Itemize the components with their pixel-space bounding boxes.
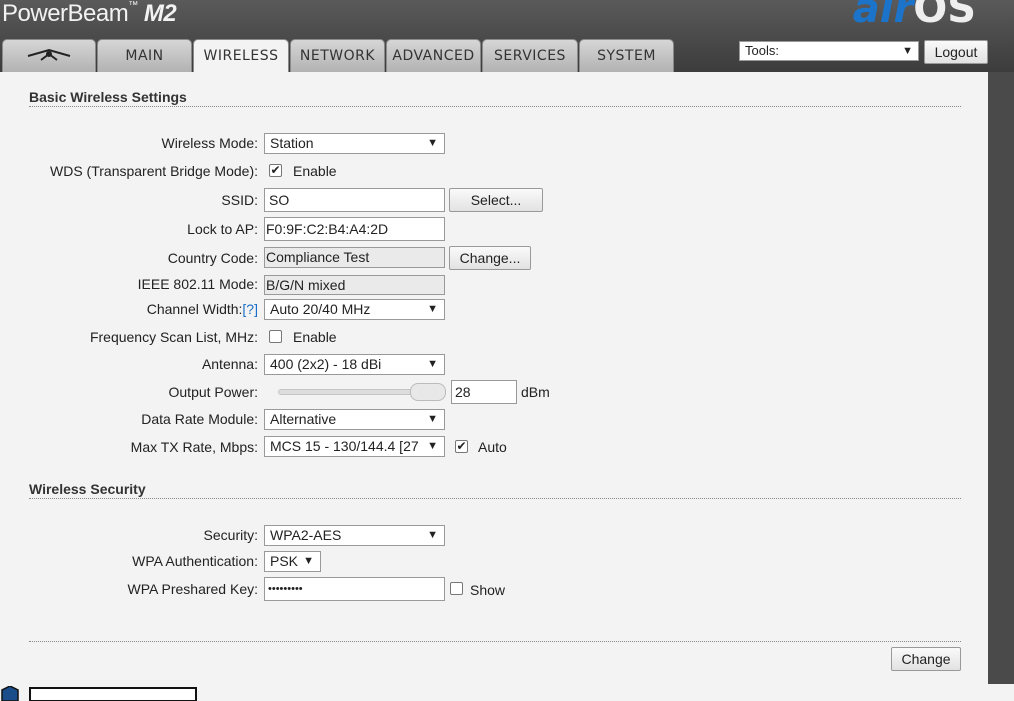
output-power-label: Output Power: — [168, 384, 259, 400]
security-value: WPA2-AES — [270, 527, 342, 543]
wireless-mode-label: Wireless Mode: — [161, 135, 258, 151]
chevron-down-icon: ▼ — [425, 134, 438, 153]
country-code-label: Country Code: — [167, 250, 258, 266]
chevron-down-icon: ▼ — [301, 552, 314, 571]
tab-ubiquiti-logo[interactable] — [2, 39, 96, 72]
output-power-unit: dBm — [521, 384, 550, 400]
section-title-basic: Basic Wireless Settings — [29, 89, 187, 105]
logo-os: OS — [913, 0, 976, 32]
data-rate-module-label: Data Rate Module: — [141, 411, 258, 427]
chevron-down-icon: ▼ — [425, 355, 438, 374]
tab-system[interactable]: SYSTEM — [579, 39, 674, 72]
freq-scan-checkbox[interactable] — [269, 330, 282, 343]
ieee-mode-label: IEEE 802.11 Mode: — [137, 276, 258, 292]
freq-scan-label: Frequency Scan List, MHz: — [89, 329, 258, 345]
country-code-value: Compliance Test — [264, 247, 445, 268]
channel-width-label: Channel Width:[?] — [147, 301, 258, 317]
tab-services[interactable]: SERVICES — [482, 39, 578, 72]
brand-tm: ™ — [128, 0, 138, 11]
wpa-auth-value: PSK — [270, 553, 299, 569]
security-select[interactable]: WPA2-AES ▼ — [264, 525, 445, 546]
device-brand: PowerBeam™ M2 — [2, 0, 177, 28]
channel-width-select[interactable]: Auto 20/40 MHz ▼ — [264, 299, 445, 320]
output-power-input[interactable]: 28 — [451, 380, 517, 404]
wpa-auth-select[interactable]: PSK ▼ — [264, 551, 321, 572]
airos-logo: airOS — [853, 0, 976, 32]
country-change-button[interactable]: Change... — [449, 246, 531, 270]
logout-button[interactable]: Logout — [924, 40, 988, 64]
max-tx-rate-select[interactable]: MCS 15 - 130/144.4 [27 ▼ — [264, 436, 445, 457]
wpa-auth-label: WPA Authentication: — [132, 553, 258, 569]
wpa-key-show-checkbox[interactable] — [450, 582, 463, 595]
wds-checkbox[interactable]: ✔ — [269, 164, 282, 177]
channel-width-value: Auto 20/40 MHz — [270, 301, 371, 317]
section-divider — [29, 498, 961, 499]
chevron-down-icon: ▼ — [425, 410, 438, 429]
tools-dropdown[interactable]: Tools: ▼ — [739, 41, 919, 61]
tab-network[interactable]: NETWORK — [290, 39, 385, 72]
wireless-mode-select[interactable]: Station ▼ — [264, 133, 445, 154]
channel-width-help-link[interactable]: [?] — [242, 301, 258, 317]
wpa-key-show-label: Show — [470, 582, 506, 598]
chevron-down-icon: ▼ — [425, 437, 438, 456]
lock-ap-label: Lock to AP: — [187, 221, 258, 237]
max-tx-rate-label: Max TX Rate, Mbps: — [130, 439, 258, 455]
brand-model: M2 — [143, 0, 177, 27]
tab-wireless[interactable]: WIRELESS — [193, 39, 289, 73]
antenna-label: Antenna: — [201, 356, 258, 372]
section-title-security: Wireless Security — [29, 481, 146, 497]
wireless-panel: Basic Wireless Settings Wireless Mode: S… — [0, 72, 988, 684]
ssid-input[interactable]: SO — [264, 188, 445, 212]
tab-main[interactable]: MAIN — [97, 39, 192, 72]
footer-divider — [29, 641, 961, 642]
chevron-down-icon: ▼ — [425, 526, 438, 545]
section-divider — [29, 106, 961, 107]
footer-badge-icon — [0, 685, 198, 701]
channel-width-text: Channel Width: — [146, 301, 243, 317]
ssid-label: SSID: — [221, 192, 258, 208]
antenna-select[interactable]: 400 (2x2) - 18 dBi ▼ — [264, 354, 445, 375]
max-tx-auto-checkbox[interactable]: ✔ — [455, 440, 468, 453]
tab-advanced[interactable]: ADVANCED — [386, 39, 481, 72]
brand-name: PowerBeam — [2, 0, 129, 27]
change-button[interactable]: Change — [891, 647, 961, 671]
logo-air: air — [852, 0, 914, 32]
data-rate-module-value: Alternative — [270, 411, 337, 427]
freq-scan-enable-label: Enable — [293, 329, 337, 345]
tools-value: Tools: — [745, 43, 779, 58]
security-label: Security: — [203, 527, 258, 543]
ieee-mode-value: B/G/N mixed — [264, 275, 445, 295]
antenna-value: 400 (2x2) - 18 dBi — [270, 356, 382, 372]
output-power-slider-handle[interactable] — [410, 383, 446, 401]
ssid-select-button[interactable]: Select... — [449, 188, 543, 212]
max-tx-auto-label: Auto — [478, 439, 507, 455]
wpa-key-label: WPA Preshared Key: — [127, 581, 258, 597]
wds-label: WDS (Transparent Bridge Mode): — [50, 163, 258, 179]
chevron-down-icon: ▼ — [425, 300, 438, 319]
wpa-key-input[interactable]: ••••••••• — [264, 577, 445, 601]
data-rate-module-select[interactable]: Alternative ▼ — [264, 409, 445, 430]
wireless-mode-value: Station — [270, 135, 314, 151]
footer-icons — [0, 685, 200, 701]
ubiquiti-logo-icon — [27, 48, 71, 61]
max-tx-rate-value: MCS 15 - 130/144.4 [27 — [270, 438, 419, 454]
chevron-down-icon: ▼ — [902, 45, 913, 57]
lock-ap-input[interactable]: F0:9F:C2:B4:A4:2D — [264, 217, 445, 241]
wds-enable-label: Enable — [293, 163, 337, 179]
